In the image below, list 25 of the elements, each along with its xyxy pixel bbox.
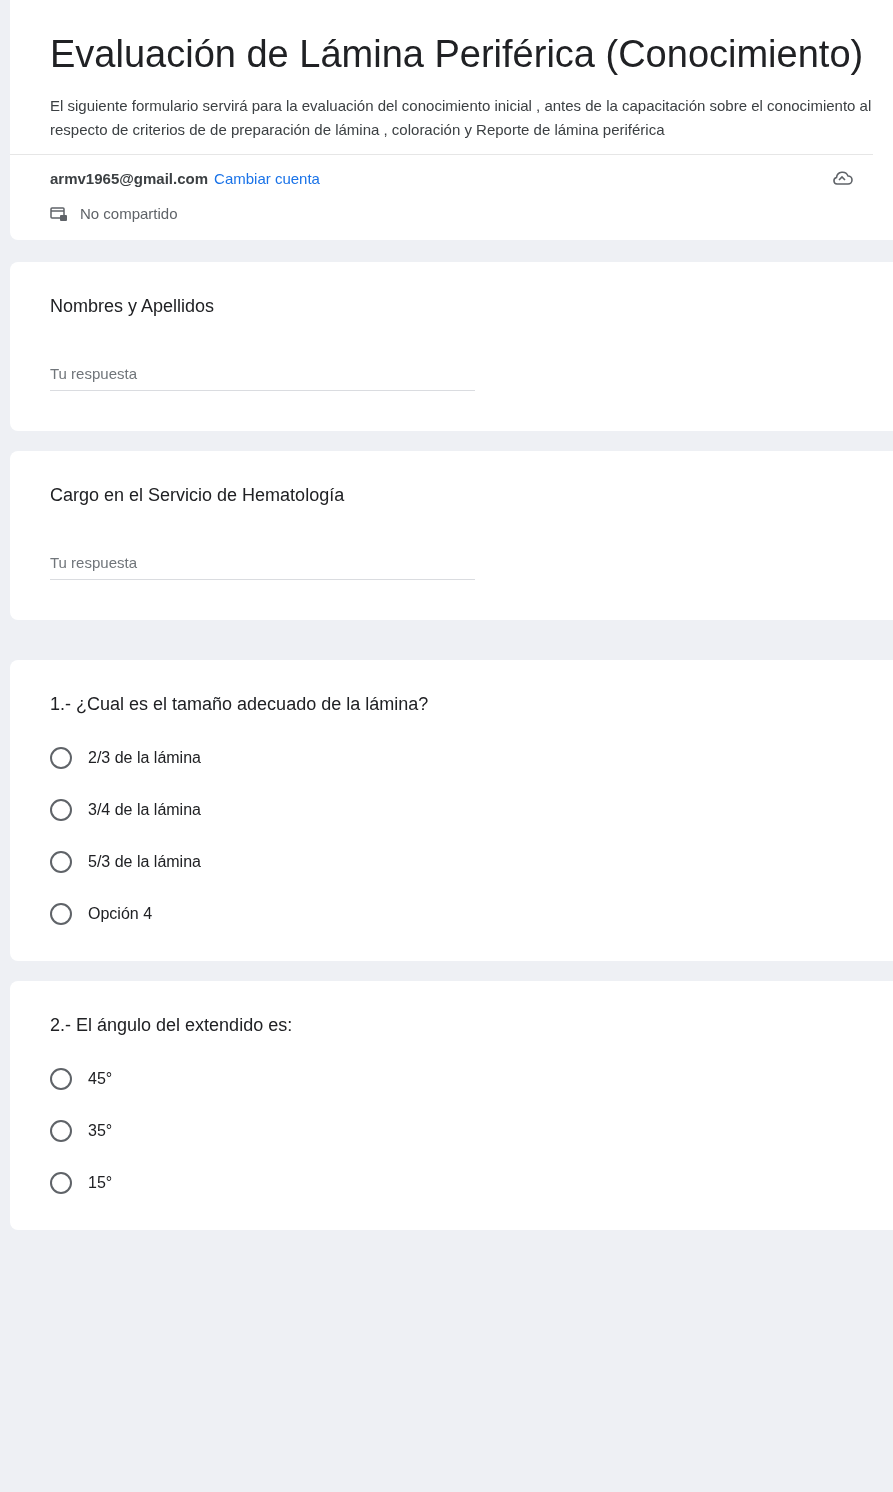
- radio-option[interactable]: 3/4 de la lámina: [50, 799, 201, 821]
- switch-account-link[interactable]: Cambiar cuenta: [214, 169, 320, 187]
- radio-button[interactable]: [50, 799, 72, 821]
- not-shared-icon: [50, 205, 68, 222]
- form-title: Evaluación de Lámina Periférica (Conocimiento): [50, 32, 865, 77]
- radio-button[interactable]: [50, 851, 72, 873]
- question-title: Cargo en el Servicio de Hematología: [50, 485, 346, 506]
- radio-button[interactable]: [50, 1172, 72, 1194]
- question-title: 2.- El ángulo del extendido es:: [50, 1015, 294, 1036]
- radio-option[interactable]: 35°: [50, 1120, 113, 1142]
- radio-option[interactable]: 5/3 de la lámina: [50, 851, 201, 873]
- cloud-icon: [831, 169, 853, 187]
- form-description: El siguiente formulario servirá para la evaluación del conocimiento inicial , antes de la capacitación sobre el conocimiento al respecto de criterios de de preparación de lámina , coloración y Reporte de lámina periférica: [50, 96, 873, 140]
- radio-button[interactable]: [50, 1120, 72, 1142]
- radio-button[interactable]: [50, 903, 72, 925]
- account-email: armv1965@gmail.com: [50, 169, 209, 187]
- radio-button[interactable]: [50, 1068, 72, 1090]
- radio-option[interactable]: 15°: [50, 1172, 113, 1194]
- radio-option[interactable]: 2/3 de la lámina: [50, 747, 201, 769]
- radio-button[interactable]: [50, 747, 72, 769]
- sharing-note: No compartido: [80, 205, 178, 222]
- question-title: Nombres y Apellidos: [50, 296, 216, 317]
- radio-option[interactable]: Opción 4: [50, 903, 153, 925]
- radio-option[interactable]: 45°: [50, 1068, 113, 1090]
- question-title: 1.- ¿Cual es el tamaño adecuado de la lámina?: [50, 694, 430, 715]
